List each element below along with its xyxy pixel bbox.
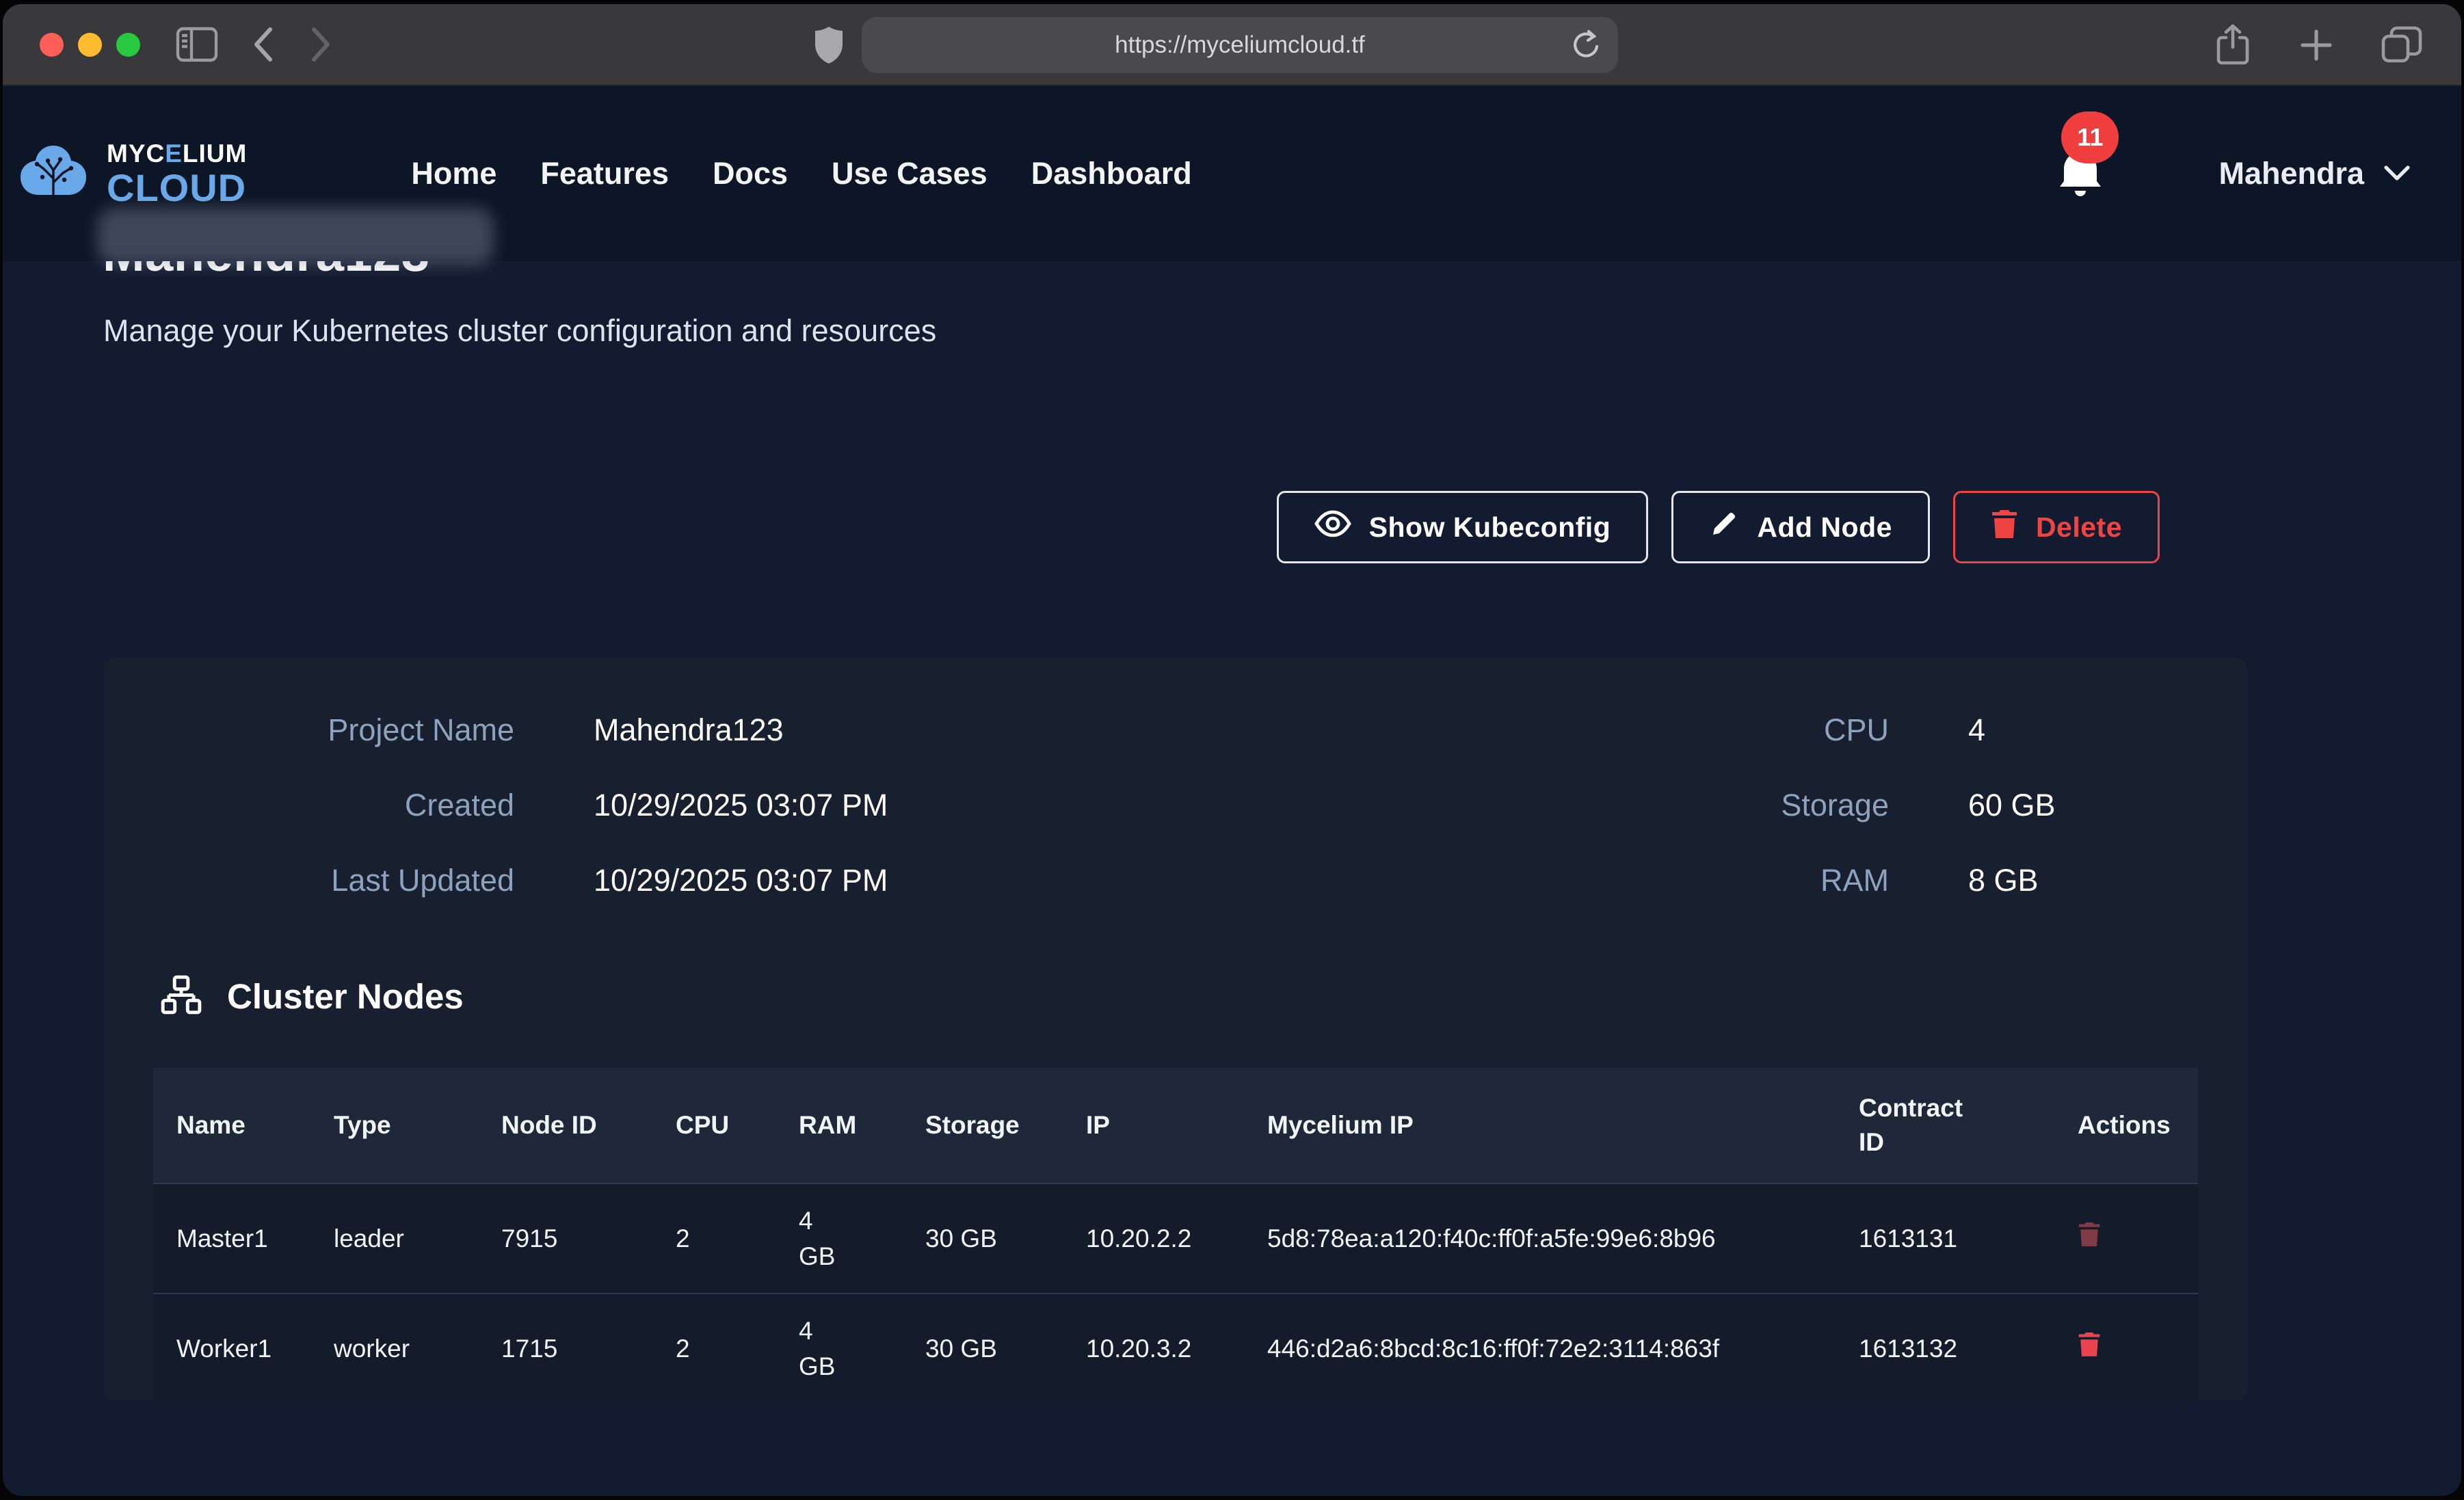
nav-links: Home Features Docs Use Cases Dashboard xyxy=(411,156,1191,191)
notification-count-badge: 11 xyxy=(2061,111,2119,163)
col-cpu: CPU xyxy=(652,1068,776,1183)
cell-actions xyxy=(2054,1294,2198,1404)
tab-overview-icon[interactable] xyxy=(2381,25,2423,65)
cell-contract-id: 1613131 xyxy=(1836,1183,2054,1294)
detail-value: 10/29/2025 03:07 PM xyxy=(514,788,1506,823)
detail-value: 4 xyxy=(1889,712,2247,748)
col-contract-id: Contract ID xyxy=(1836,1068,2054,1183)
cell-name: Master1 xyxy=(153,1183,310,1294)
delete-cluster-button[interactable]: Delete xyxy=(1953,491,2160,563)
sidebar-toggle-icon[interactable] xyxy=(176,27,218,62)
cell-cpu: 2 xyxy=(652,1294,776,1404)
detail-value: Mahendra123 xyxy=(514,712,1506,748)
col-ram: RAM xyxy=(776,1068,902,1183)
close-window-button[interactable] xyxy=(40,33,64,57)
cell-type: leader xyxy=(310,1183,478,1294)
cluster-details-card: Project Name Mahendra123 CPU 4 Created 1… xyxy=(104,658,2247,1400)
pencil-icon xyxy=(1709,509,1739,546)
privacy-blur-patch xyxy=(97,208,494,265)
detail-label: RAM xyxy=(1506,863,1889,898)
nav-link-features[interactable]: Features xyxy=(540,156,669,191)
brand-logo[interactable]: MYCELIUM CLOUD xyxy=(18,141,247,207)
delete-label: Delete xyxy=(2036,511,2122,544)
nav-link-home[interactable]: Home xyxy=(411,156,496,191)
cell-ip: 10.20.3.2 xyxy=(1063,1294,1244,1404)
col-ip: IP xyxy=(1063,1068,1244,1183)
share-icon[interactable] xyxy=(2214,23,2252,68)
cloud-logo-icon xyxy=(18,143,89,205)
new-tab-icon[interactable] xyxy=(2297,26,2335,64)
delete-node-button[interactable] xyxy=(2078,1220,2101,1250)
detail-value: 8 GB xyxy=(1889,863,2247,898)
detail-label: Project Name xyxy=(104,712,514,748)
nav-link-docs[interactable]: Docs xyxy=(713,156,788,191)
nav-link-use-cases[interactable]: Use Cases xyxy=(832,156,988,191)
page-subtitle: Manage your Kubernetes cluster configura… xyxy=(103,313,936,349)
brand-name: MYCELIUM CLOUD xyxy=(107,141,247,207)
browser-window: https://myceliumcloud.tf xyxy=(3,4,2461,1496)
col-mycelium-ip: Mycelium IP xyxy=(1244,1068,1836,1183)
browser-toolbar: https://myceliumcloud.tf xyxy=(3,4,2461,86)
detail-value: 60 GB xyxy=(1889,788,2247,823)
detail-label: Storage xyxy=(1506,788,1889,823)
show-kubeconfig-label: Show Kubeconfig xyxy=(1369,511,1611,544)
minimize-window-button[interactable] xyxy=(78,33,102,57)
trash-icon xyxy=(1991,508,2018,546)
cell-node-id: 1715 xyxy=(478,1294,652,1404)
window-controls xyxy=(40,33,140,57)
cell-actions xyxy=(2054,1183,2198,1294)
cell-mycelium-ip: 446:d2a6:8bcd:8c16:ff0f:72e2:3114:863f xyxy=(1244,1294,1836,1404)
brand-line2: CLOUD xyxy=(107,169,247,207)
cell-ip: 10.20.2.2 xyxy=(1063,1183,1244,1294)
chevron-down-icon xyxy=(2381,162,2413,186)
reload-icon[interactable] xyxy=(1570,28,1602,62)
col-storage: Storage xyxy=(902,1068,1063,1183)
cell-storage: 30 GB xyxy=(902,1183,1063,1294)
notifications-button[interactable]: 11 xyxy=(2052,143,2109,205)
add-node-button[interactable]: Add Node xyxy=(1671,491,1930,563)
detail-value: 10/29/2025 03:07 PM xyxy=(514,863,1506,898)
table-row: Master1 leader 7915 2 4 GB 30 GB 10.20.2… xyxy=(153,1183,2198,1294)
cluster-nodes-table: Name Type Node ID CPU RAM Storage IP Myc… xyxy=(153,1068,2198,1404)
cell-type: worker xyxy=(310,1294,478,1404)
cluster-actions: Show Kubeconfig Add Node Delete xyxy=(1277,491,2160,563)
zoom-window-button[interactable] xyxy=(116,33,140,57)
cell-storage: 30 GB xyxy=(902,1294,1063,1404)
col-node-id: Node ID xyxy=(478,1068,652,1183)
bell-icon xyxy=(2052,195,2109,205)
user-name: Mahendra xyxy=(2218,156,2364,191)
user-menu[interactable]: Mahendra xyxy=(2218,156,2413,191)
back-button[interactable] xyxy=(250,24,277,65)
network-nodes-icon xyxy=(160,974,202,1019)
delete-node-button[interactable] xyxy=(2078,1330,2101,1360)
forward-button[interactable] xyxy=(307,24,334,65)
brand-line1: MYCELIUM xyxy=(107,141,247,166)
url-text: https://myceliumcloud.tf xyxy=(1115,31,1365,59)
cell-contract-id: 1613132 xyxy=(1836,1294,2054,1404)
cluster-nodes-title: Cluster Nodes xyxy=(227,976,464,1017)
table-header-row: Name Type Node ID CPU RAM Storage IP Myc… xyxy=(153,1068,2198,1183)
show-kubeconfig-button[interactable]: Show Kubeconfig xyxy=(1277,491,1649,563)
cell-node-id: 7915 xyxy=(478,1183,652,1294)
col-type: Type xyxy=(310,1068,478,1183)
cell-cpu: 2 xyxy=(652,1183,776,1294)
add-node-label: Add Node xyxy=(1757,511,1892,544)
cell-mycelium-ip: 5d8:78ea:a120:f40c:ff0f:a5fe:99e6:8b96 xyxy=(1244,1183,1836,1294)
cell-ram: 4 GB xyxy=(776,1183,902,1294)
privacy-shield-icon[interactable] xyxy=(814,25,844,65)
table-row: Worker1 worker 1715 2 4 GB 30 GB 10.20.3… xyxy=(153,1294,2198,1404)
detail-label: Created xyxy=(104,788,514,823)
address-bar[interactable]: https://myceliumcloud.tf xyxy=(862,17,1618,73)
detail-label: Last Updated xyxy=(104,863,514,898)
cell-ram: 4 GB xyxy=(776,1294,902,1404)
col-actions: Actions xyxy=(2054,1068,2198,1183)
eye-icon xyxy=(1314,509,1351,545)
cluster-details-grid: Project Name Mahendra123 CPU 4 Created 1… xyxy=(104,712,2247,898)
col-name: Name xyxy=(153,1068,310,1183)
nav-link-dashboard[interactable]: Dashboard xyxy=(1031,156,1192,191)
cell-name: Worker1 xyxy=(153,1294,310,1404)
detail-label: CPU xyxy=(1506,712,1889,748)
cluster-nodes-header: Cluster Nodes xyxy=(160,974,464,1019)
